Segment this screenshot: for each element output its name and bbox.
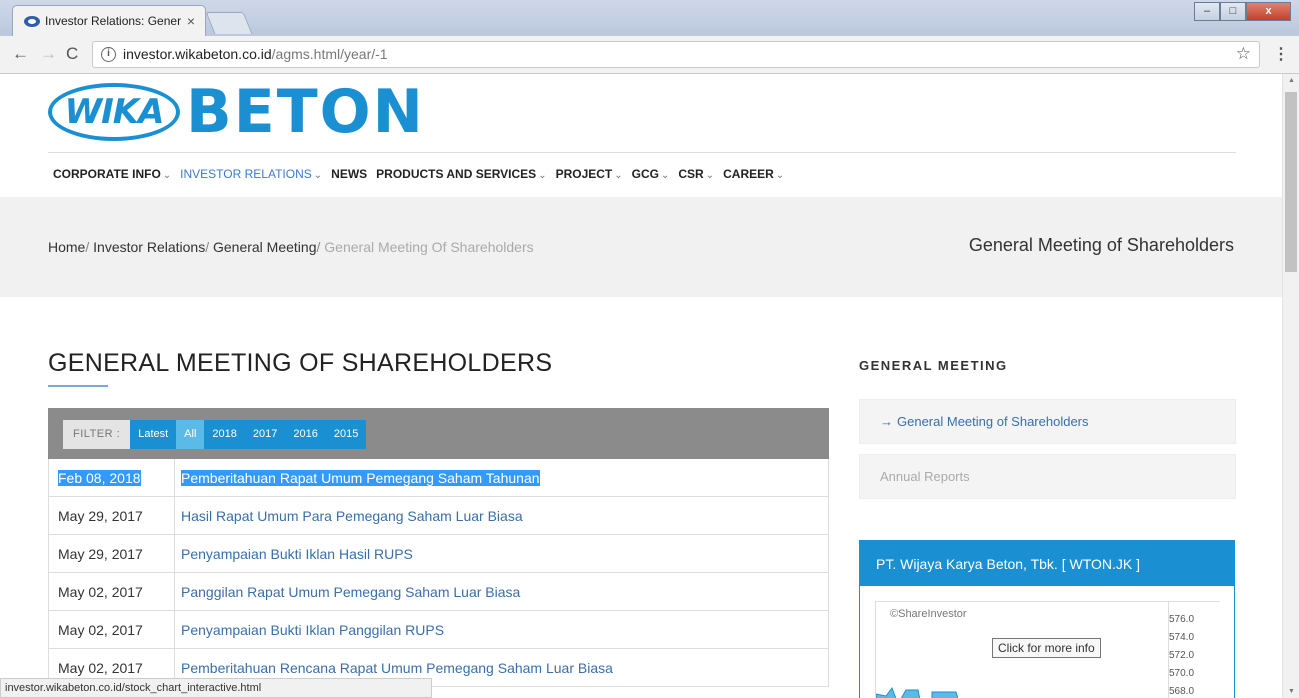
bookmark-star-icon[interactable]: ☆	[1236, 44, 1251, 64]
forward-arrow-icon[interactable]: →	[40, 44, 57, 64]
sidebar-item-general-meeting[interactable]: → General Meeting of Shareholders	[859, 399, 1236, 444]
new-tab-button[interactable]	[205, 12, 253, 34]
address-bar[interactable]: i investor.wikabeton.co.id/agms.html/yea…	[92, 41, 1260, 68]
row-link[interactable]: Pemberitahuan Rapat Umum Pemegang Saham …	[175, 459, 540, 496]
minimize-button[interactable]: –	[1194, 2, 1220, 21]
sidebar-item-annual-reports[interactable]: Annual Reports	[859, 454, 1236, 499]
filter-options: Latest All 2018 2017 2016 2015	[130, 420, 367, 449]
page-title: GENERAL MEETING OF SHAREHOLDERS	[48, 349, 553, 377]
wika-beton-logo[interactable]: WIKA BETON	[48, 82, 425, 142]
title-underline	[48, 385, 108, 387]
logo-beton: BETON	[186, 77, 425, 147]
header-divider	[48, 152, 1236, 153]
row-date: May 29, 2017	[49, 497, 175, 534]
row-link[interactable]: Penyampaian Bukti Iklan Panggilan RUPS	[175, 611, 444, 648]
chart-y-axis: 576.0 574.0 572.0 570.0 568.0	[1168, 602, 1220, 698]
row-date: May 02, 2017	[49, 573, 175, 610]
breadcrumb: Home/ Investor Relations/ General Meetin…	[48, 239, 534, 255]
y-tick: 572.0	[1169, 650, 1195, 661]
table-row: Feb 08, 2018 Pemberitahuan Rapat Umum Pe…	[48, 459, 829, 497]
status-bar: investor.wikabeton.co.id/stock_chart_int…	[0, 678, 432, 698]
filter-2018[interactable]: 2018	[204, 420, 244, 449]
chevron-down-icon: ⌄	[162, 170, 172, 181]
chart-tooltip: Click for more info	[992, 638, 1101, 658]
row-date: May 29, 2017	[49, 535, 175, 572]
browser-titlebar: Investor Relations: Gener × – □ x	[0, 0, 1299, 36]
breadcrumb-current: General Meeting Of Shareholders	[324, 239, 534, 255]
url-path: /agms.html/year/-1	[271, 46, 388, 62]
tab-close-icon[interactable]: ×	[187, 13, 195, 29]
scrollbar-thumb[interactable]	[1285, 92, 1297, 272]
nav-career[interactable]: CAREER ⌄	[723, 167, 784, 181]
nav-corporate-info[interactable]: CORPORATE INFO ⌄	[53, 167, 171, 181]
nav-investor-relations[interactable]: INVESTOR RELATIONS ⌄	[180, 167, 322, 181]
chevron-down-icon: ⌄	[313, 170, 323, 181]
stock-chart[interactable]: ©ShareInvestor 576.0 574.0 572.0 570.0 5…	[875, 601, 1220, 698]
scroll-down-icon[interactable]: ▼	[1283, 688, 1299, 695]
nav-news[interactable]: NEWS	[331, 167, 367, 181]
browser-tab[interactable]: Investor Relations: Gener ×	[12, 5, 206, 36]
breadcrumb-home[interactable]: Home	[48, 239, 85, 255]
window-controls: – □ x	[1194, 2, 1291, 21]
maximize-button[interactable]: □	[1220, 2, 1246, 21]
table-row: May 29, 2017 Penyampaian Bukti Iklan Has…	[48, 535, 829, 573]
filter-all[interactable]: All	[176, 420, 205, 449]
window-close-button[interactable]: x	[1246, 2, 1291, 21]
page-scrollbar[interactable]: ▲ ▼	[1282, 74, 1299, 698]
main-navigation: CORPORATE INFO ⌄ INVESTOR RELATIONS ⌄ NEWS…	[53, 167, 784, 181]
y-tick: 574.0	[1169, 632, 1195, 643]
filter-2015[interactable]: 2015	[326, 420, 366, 449]
breadcrumb-investor-relations[interactable]: Investor Relations	[93, 239, 205, 255]
arrow-right-icon: →	[880, 414, 893, 429]
band-title: General Meeting of Shareholders	[968, 235, 1234, 255]
chevron-down-icon: ⌄	[538, 170, 547, 181]
row-link[interactable]: Panggilan Rapat Umum Pemegang Saham Luar…	[175, 573, 520, 610]
row-date: May 02, 2017	[49, 611, 175, 648]
browser-toolbar: ← → C i investor.wikabeton.co.id/agms.ht…	[0, 36, 1299, 74]
row-link[interactable]: Hasil Rapat Umum Para Pemegang Saham Lua…	[175, 497, 523, 534]
url-host: investor.wikabeton.co.id	[123, 46, 272, 62]
breadcrumb-band: Home/ Investor Relations/ General Meetin…	[0, 197, 1282, 297]
nav-gcg[interactable]: GCG ⌄	[632, 167, 670, 181]
web-page: WIKA BETON CORPORATE INFO ⌄ INVESTOR RELA…	[0, 74, 1282, 698]
breadcrumb-general-meeting[interactable]: General Meeting	[213, 239, 317, 255]
stock-widget: PT. Wijaya Karya Beton, Tbk. [ WTON.JK ]…	[859, 540, 1235, 698]
table-row: May 29, 2017 Hasil Rapat Umum Para Pemeg…	[48, 497, 829, 535]
info-icon[interactable]: i	[101, 47, 116, 62]
chevron-down-icon: ⌄	[661, 170, 670, 181]
row-date: Feb 08, 2018	[49, 459, 175, 496]
filter-2016[interactable]: 2016	[285, 420, 325, 449]
filter-2017[interactable]: 2017	[245, 420, 285, 449]
y-tick: 576.0	[1169, 614, 1195, 625]
browser-menu-icon[interactable]: ⋮	[1273, 44, 1289, 64]
stock-title: PT. Wijaya Karya Beton, Tbk. [ WTON.JK ]	[860, 541, 1234, 586]
y-tick: 568.0	[1169, 686, 1195, 697]
sidebar-heading: GENERAL MEETING	[859, 358, 1008, 373]
back-arrow-icon[interactable]: ←	[12, 44, 29, 64]
meeting-list: FILTER : Latest All 2018 2017 2016 2015 …	[48, 408, 829, 698]
logo-wika: WIKA	[48, 83, 180, 141]
filter-label: FILTER :	[63, 420, 131, 449]
chevron-down-icon: ⌄	[705, 170, 715, 181]
filter-latest[interactable]: Latest	[130, 420, 176, 449]
scroll-up-icon[interactable]: ▲	[1283, 77, 1299, 84]
favicon-icon	[24, 16, 40, 27]
filter-bar: FILTER : Latest All 2018 2017 2016 2015	[48, 408, 829, 459]
price-area	[876, 686, 959, 698]
chevron-down-icon: ⌄	[614, 170, 623, 181]
reload-icon[interactable]: C	[66, 44, 78, 64]
nav-products-and-services[interactable]: PRODUCTS AND SERVICES ⌄	[376, 167, 546, 181]
nav-project[interactable]: PROJECT ⌄	[556, 167, 623, 181]
y-tick: 570.0	[1169, 668, 1195, 679]
nav-csr[interactable]: CSR ⌄	[678, 167, 714, 181]
tab-title: Investor Relations: Gener	[45, 14, 182, 28]
table-row: May 02, 2017 Panggilan Rapat Umum Pemega…	[48, 573, 829, 611]
table-row: May 02, 2017 Penyampaian Bukti Iklan Pan…	[48, 611, 829, 649]
row-link[interactable]: Penyampaian Bukti Iklan Hasil RUPS	[175, 535, 413, 572]
chart-copyright: ©ShareInvestor	[890, 608, 967, 620]
chevron-down-icon: ⌄	[775, 170, 785, 181]
